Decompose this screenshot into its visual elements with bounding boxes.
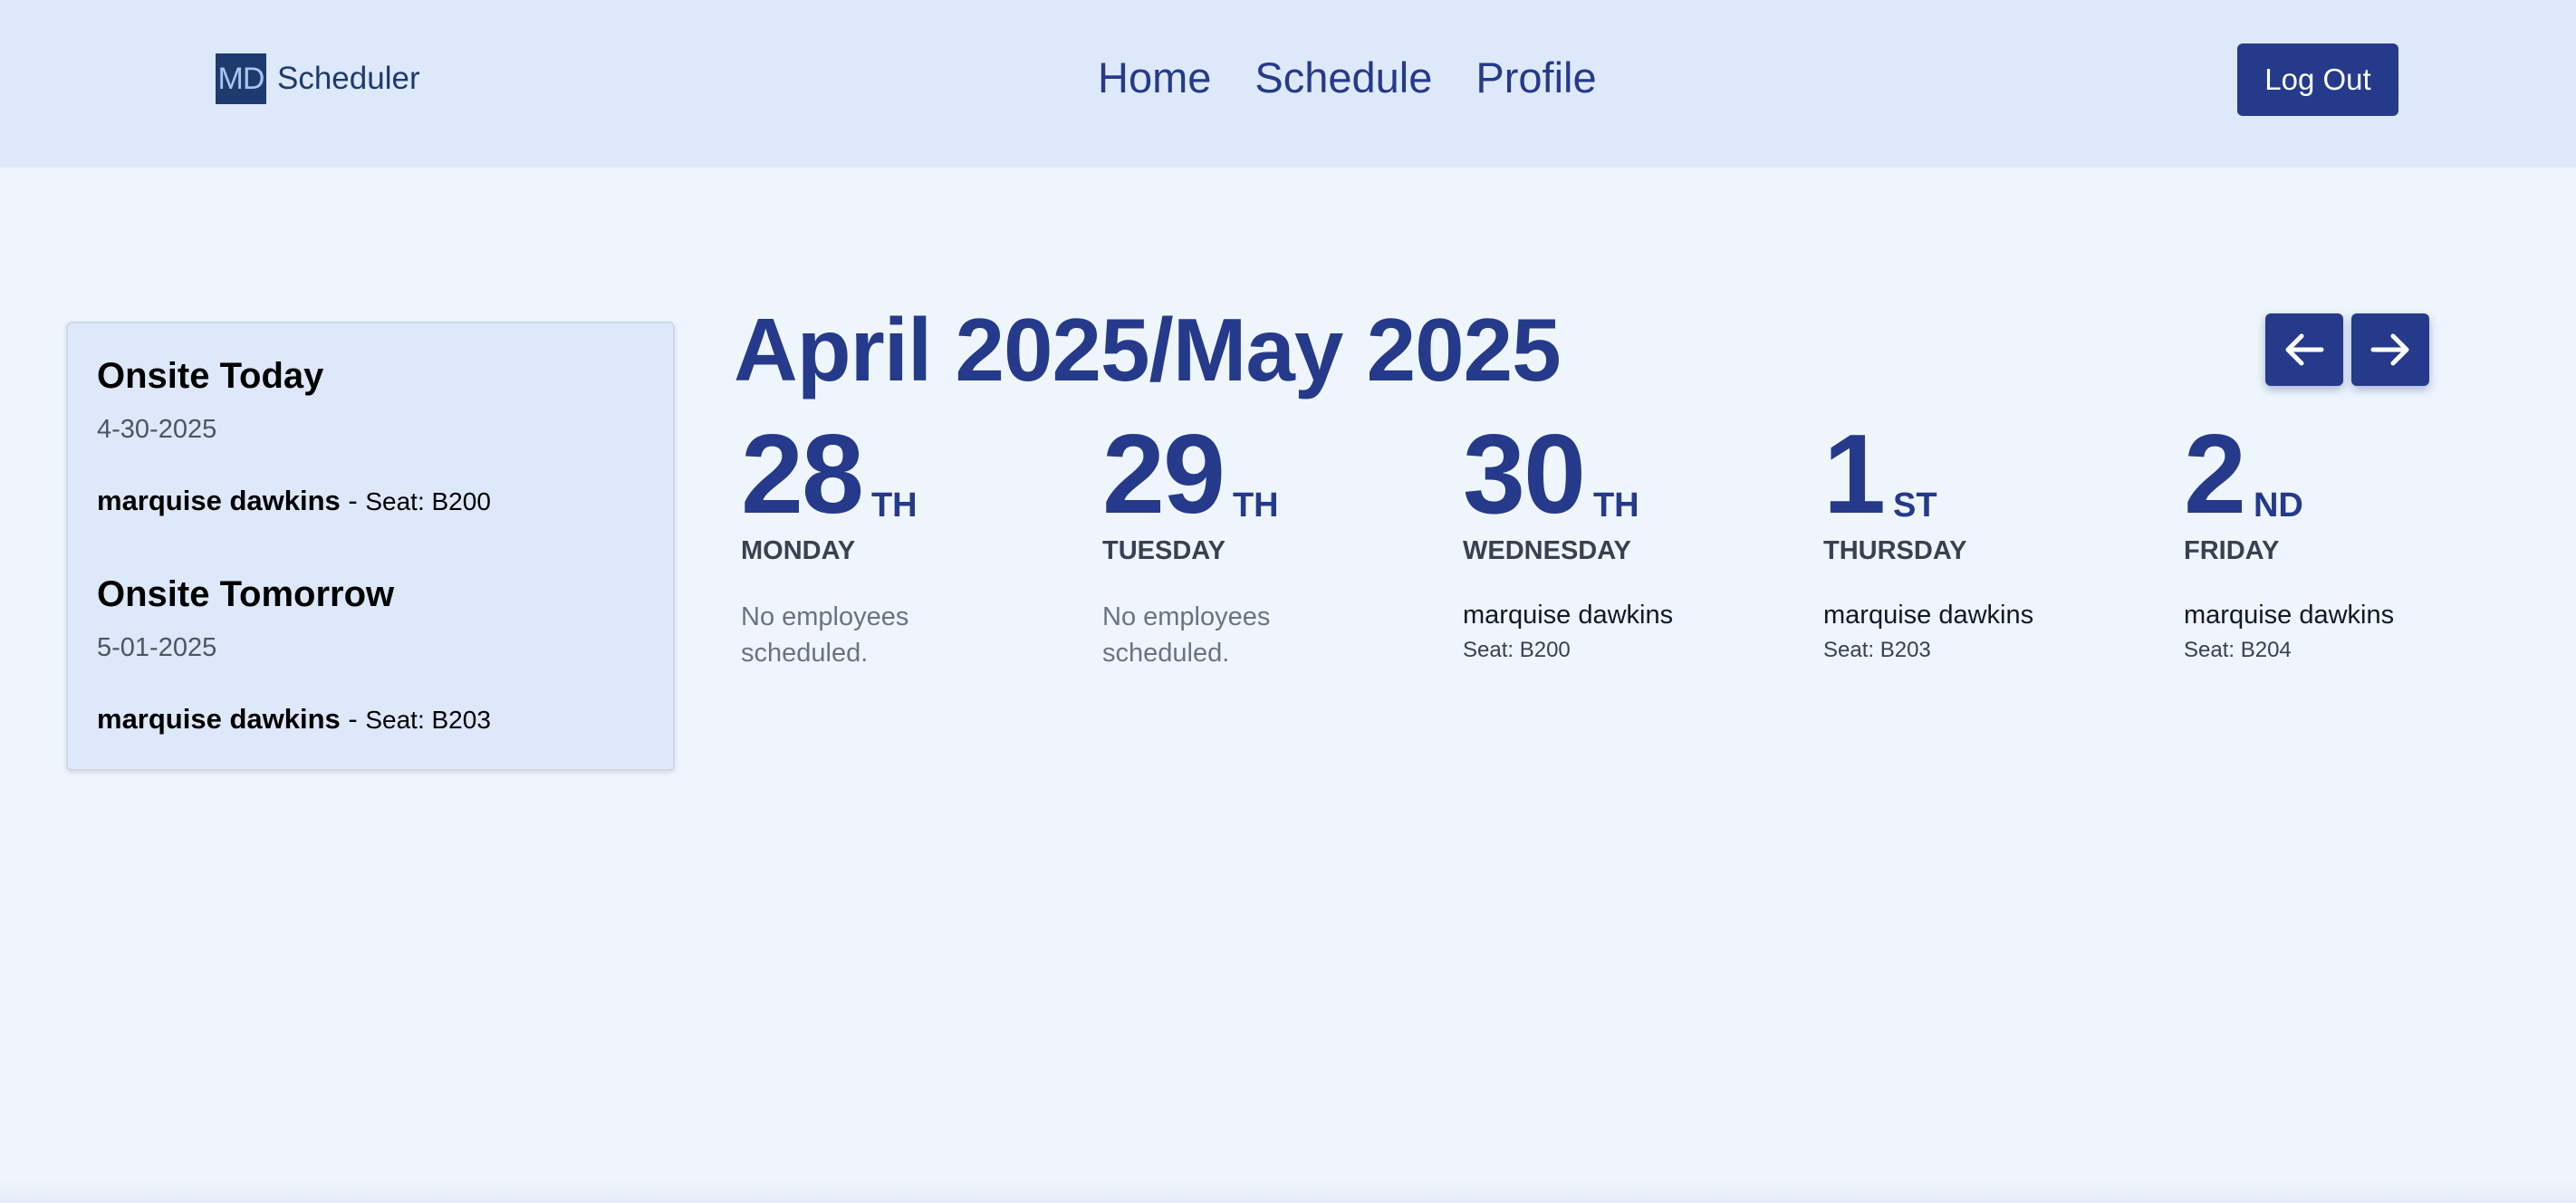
- day-suffix: TH: [1232, 486, 1279, 525]
- day-column-friday: 2 ND FRIDAY marquise dawkins Seat: B204: [2184, 412, 2510, 663]
- no-employees-message: No employees scheduled.: [741, 602, 909, 668]
- logo: MD: [216, 53, 266, 104]
- nav-home[interactable]: Home: [1098, 53, 1211, 102]
- arrow-right-icon: [2370, 333, 2409, 366]
- onsite-today-date: 4-30-2025: [97, 415, 217, 444]
- weekday-label: WEDNESDAY: [1463, 536, 1631, 565]
- weekday-label: THURSDAY: [1823, 536, 1967, 565]
- day-suffix: TH: [1592, 486, 1639, 525]
- day-column-monday: 28 TH MONDAY No employees scheduled.: [741, 412, 1067, 671]
- brand[interactable]: MD Scheduler: [216, 53, 420, 104]
- day-column-wednesday: 30 TH WEDNESDAY marquise dawkins Seat: B…: [1463, 412, 1789, 663]
- day-column-tuesday: 29 TH TUESDAY No employees scheduled.: [1102, 412, 1428, 671]
- prev-week-button[interactable]: [2265, 313, 2343, 386]
- day-suffix: ND: [2253, 486, 2303, 525]
- weekday-label: FRIDAY: [2184, 536, 2280, 565]
- seat-label: Seat: B200: [365, 487, 491, 515]
- logout-button[interactable]: Log Out: [2237, 43, 2398, 116]
- day-number-row: 2 ND: [2184, 412, 2510, 537]
- day-number: 2: [2184, 412, 2246, 537]
- separator: -: [340, 485, 366, 516]
- day-number-row: 1 ST: [1823, 412, 2149, 537]
- day-number: 29: [1102, 412, 1226, 537]
- seat-label: Seat: B204: [2184, 638, 2292, 662]
- onsite-tomorrow-entry: marquise dawkins - Seat: B203: [97, 703, 491, 736]
- employee-name: marquise dawkins: [2184, 601, 2395, 630]
- arrow-left-icon: [2285, 333, 2324, 366]
- top-nav-bar: MD Scheduler Home Schedule Profile Log O…: [0, 0, 2576, 168]
- nav-schedule[interactable]: Schedule: [1254, 53, 1432, 102]
- employee-name: marquise dawkins: [1823, 601, 2034, 630]
- day-number: 30: [1463, 412, 1586, 537]
- weekday-label: MONDAY: [741, 536, 856, 565]
- onsite-today-title: Onsite Today: [97, 356, 324, 396]
- onsite-tomorrow-date: 5-01-2025: [97, 633, 217, 662]
- onsite-card: Onsite Today 4-30-2025 marquise dawkins …: [66, 322, 675, 771]
- day-column-thursday: 1 ST THURSDAY marquise dawkins Seat: B20…: [1823, 412, 2149, 663]
- bottom-edge: [0, 1178, 2576, 1203]
- seat-label: Seat: B203: [365, 706, 491, 734]
- day-suffix: ST: [1892, 486, 1937, 525]
- onsite-tomorrow-section: Onsite Tomorrow 5-01-2025 marquise dawki…: [97, 574, 491, 736]
- day-number: 1: [1823, 412, 1886, 537]
- day-suffix: TH: [870, 486, 918, 525]
- onsite-today-entry: marquise dawkins - Seat: B200: [97, 485, 491, 517]
- day-number-row: 30 TH: [1463, 412, 1789, 537]
- day-number-row: 29 TH: [1102, 412, 1428, 537]
- seat-label: Seat: B200: [1463, 638, 1571, 662]
- app-name: Scheduler: [277, 61, 420, 96]
- main-nav: Home Schedule Profile: [1098, 53, 1597, 102]
- onsite-tomorrow-title: Onsite Tomorrow: [97, 574, 395, 614]
- employee-name: marquise dawkins: [97, 485, 341, 516]
- next-week-button[interactable]: [2351, 313, 2429, 386]
- weekday-label: TUESDAY: [1102, 536, 1226, 565]
- day-number: 28: [741, 412, 864, 537]
- separator: -: [340, 703, 366, 735]
- onsite-today-section: Onsite Today 4-30-2025 marquise dawkins …: [97, 356, 491, 517]
- nav-profile[interactable]: Profile: [1475, 53, 1596, 102]
- month-title: April 2025/May 2025: [734, 300, 1562, 399]
- day-number-row: 28 TH: [741, 412, 1067, 537]
- employee-name: marquise dawkins: [97, 703, 341, 735]
- seat-label: Seat: B203: [1823, 638, 1931, 662]
- no-employees-message: No employees scheduled.: [1102, 602, 1271, 668]
- employee-name: marquise dawkins: [1463, 601, 1674, 630]
